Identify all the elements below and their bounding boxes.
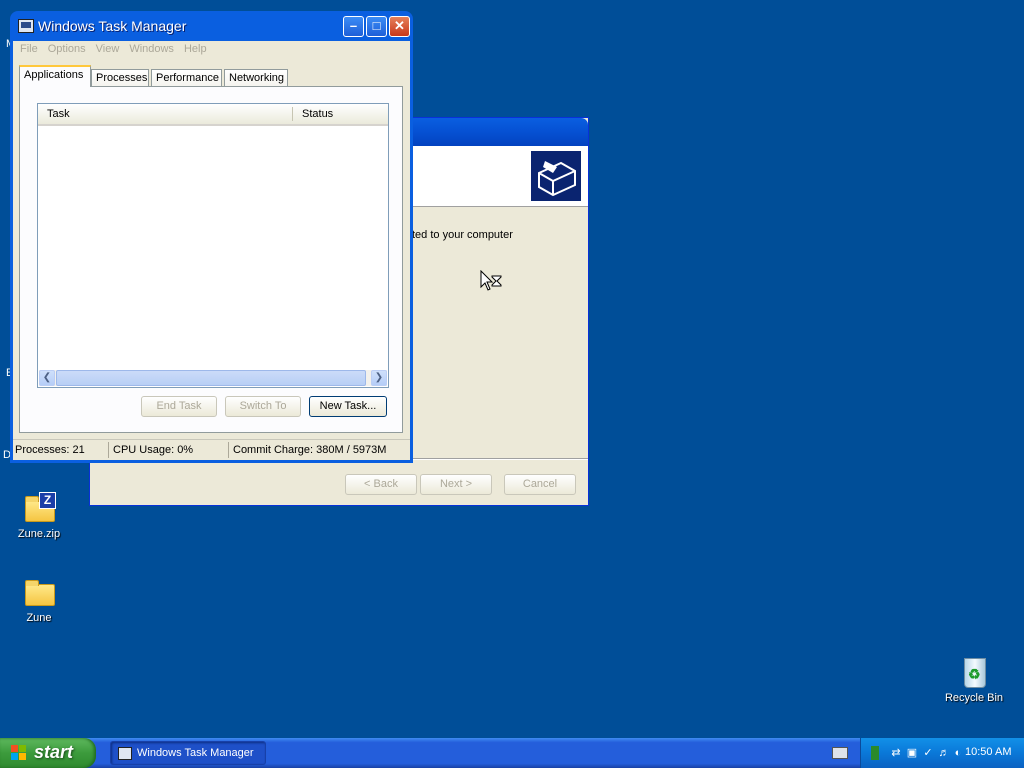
- applications-panel: Task Status ❮ ❯ End Task Switch To New T…: [19, 86, 403, 433]
- menu-options[interactable]: Options: [43, 42, 91, 56]
- folder-icon: [22, 576, 56, 608]
- close-button[interactable]: ✕: [389, 16, 410, 37]
- system-tray: ⇄ ▣ ✓ ♬ ◐ 10:50 AM: [860, 738, 1024, 768]
- task-manager-window[interactable]: Windows Task Manager – □ ✕ File Options Vi…: [10, 11, 413, 463]
- status-commit-charge: Commit Charge: 380M / 5973M: [233, 444, 387, 456]
- menu-windows[interactable]: Windows: [124, 42, 179, 56]
- task-list[interactable]: Task Status ❮ ❯: [37, 103, 389, 388]
- start-label: start: [34, 742, 74, 762]
- busy-cursor-icon: [480, 269, 504, 294]
- desktop-icon-label: Zune: [26, 612, 52, 624]
- zip-folder-icon: Z: [22, 492, 56, 524]
- hardware-wizard-icon: [530, 150, 582, 202]
- task-manager-titlebar[interactable]: Windows Task Manager – □ ✕: [13, 11, 410, 41]
- start-button[interactable]: start: [0, 738, 96, 768]
- tab-networking[interactable]: Networking: [224, 69, 288, 87]
- column-status[interactable]: Status: [302, 108, 333, 120]
- display-icon[interactable]: ▣: [905, 746, 919, 760]
- keyboard-icon[interactable]: [832, 747, 848, 759]
- menu-view[interactable]: View: [91, 42, 125, 56]
- cancel-button[interactable]: Cancel: [504, 474, 576, 495]
- scroll-right-button[interactable]: ❯: [371, 370, 387, 386]
- end-task-button[interactable]: End Task: [141, 396, 217, 417]
- windows-logo-icon: [11, 745, 27, 761]
- desktop-icon-zune-folder[interactable]: Zune: [4, 576, 74, 624]
- tab-processes[interactable]: Processes: [91, 69, 149, 87]
- horizontal-scrollbar[interactable]: ❮ ❯: [39, 370, 387, 386]
- desktop-icon-zune-zip[interactable]: Z Zune.zip: [4, 492, 74, 540]
- speaker-icon[interactable]: ♬: [937, 746, 951, 760]
- network-icon[interactable]: [871, 746, 879, 760]
- minimize-button[interactable]: –: [343, 16, 364, 37]
- desktop-icon-label: Zune.zip: [17, 528, 61, 540]
- column-separator[interactable]: [292, 107, 293, 121]
- tab-applications[interactable]: Applications: [19, 65, 91, 87]
- desktop-icon-recycle-bin[interactable]: ♻ Recycle Bin: [939, 656, 1009, 704]
- tab-performance[interactable]: Performance: [151, 69, 222, 87]
- connection-icon[interactable]: ⇄: [889, 746, 903, 760]
- update-icon[interactable]: ◐: [951, 746, 965, 760]
- maximize-button[interactable]: □: [366, 16, 387, 37]
- window-title: Windows Task Manager: [38, 18, 187, 34]
- recycle-bin-icon: ♻: [957, 656, 991, 688]
- status-processes: Processes: 21: [15, 444, 85, 456]
- status-bar: Processes: 21 CPU Usage: 0% Commit Charg…: [13, 439, 410, 460]
- taskbar-clock[interactable]: 10:50 AM: [965, 746, 1011, 758]
- safely-remove-icon[interactable]: ✓: [921, 746, 935, 760]
- menu-help[interactable]: Help: [179, 42, 212, 56]
- taskbar-item-task-manager[interactable]: Windows Task Manager: [110, 741, 266, 765]
- new-task-button[interactable]: New Task...: [309, 396, 387, 417]
- task-list-header: Task Status: [38, 104, 388, 126]
- task-manager-client: File Options View Windows Help Applications …: [13, 41, 410, 460]
- wizard-body-text: ted to your computer: [412, 229, 513, 241]
- status-cpu-usage: CPU Usage: 0%: [113, 444, 194, 456]
- scroll-left-button[interactable]: ❮: [39, 370, 55, 386]
- column-task[interactable]: Task: [47, 108, 70, 120]
- task-manager-app-icon[interactable]: [18, 19, 34, 33]
- menu-bar: File Options View Windows Help: [13, 41, 410, 60]
- switch-to-button[interactable]: Switch To: [225, 396, 301, 417]
- menu-file[interactable]: File: [15, 42, 43, 56]
- next-button[interactable]: Next >: [420, 474, 492, 495]
- taskbar-item-label: Windows Task Manager: [137, 747, 254, 759]
- desktop-icon-label: Recycle Bin: [944, 692, 1004, 704]
- scrollbar-thumb[interactable]: [56, 370, 366, 386]
- taskbar: start Windows Task Manager ⇄ ▣ ✓ ♬ ◐ 10:…: [0, 738, 1024, 768]
- back-button[interactable]: < Back: [345, 474, 417, 495]
- task-manager-icon: [118, 747, 132, 760]
